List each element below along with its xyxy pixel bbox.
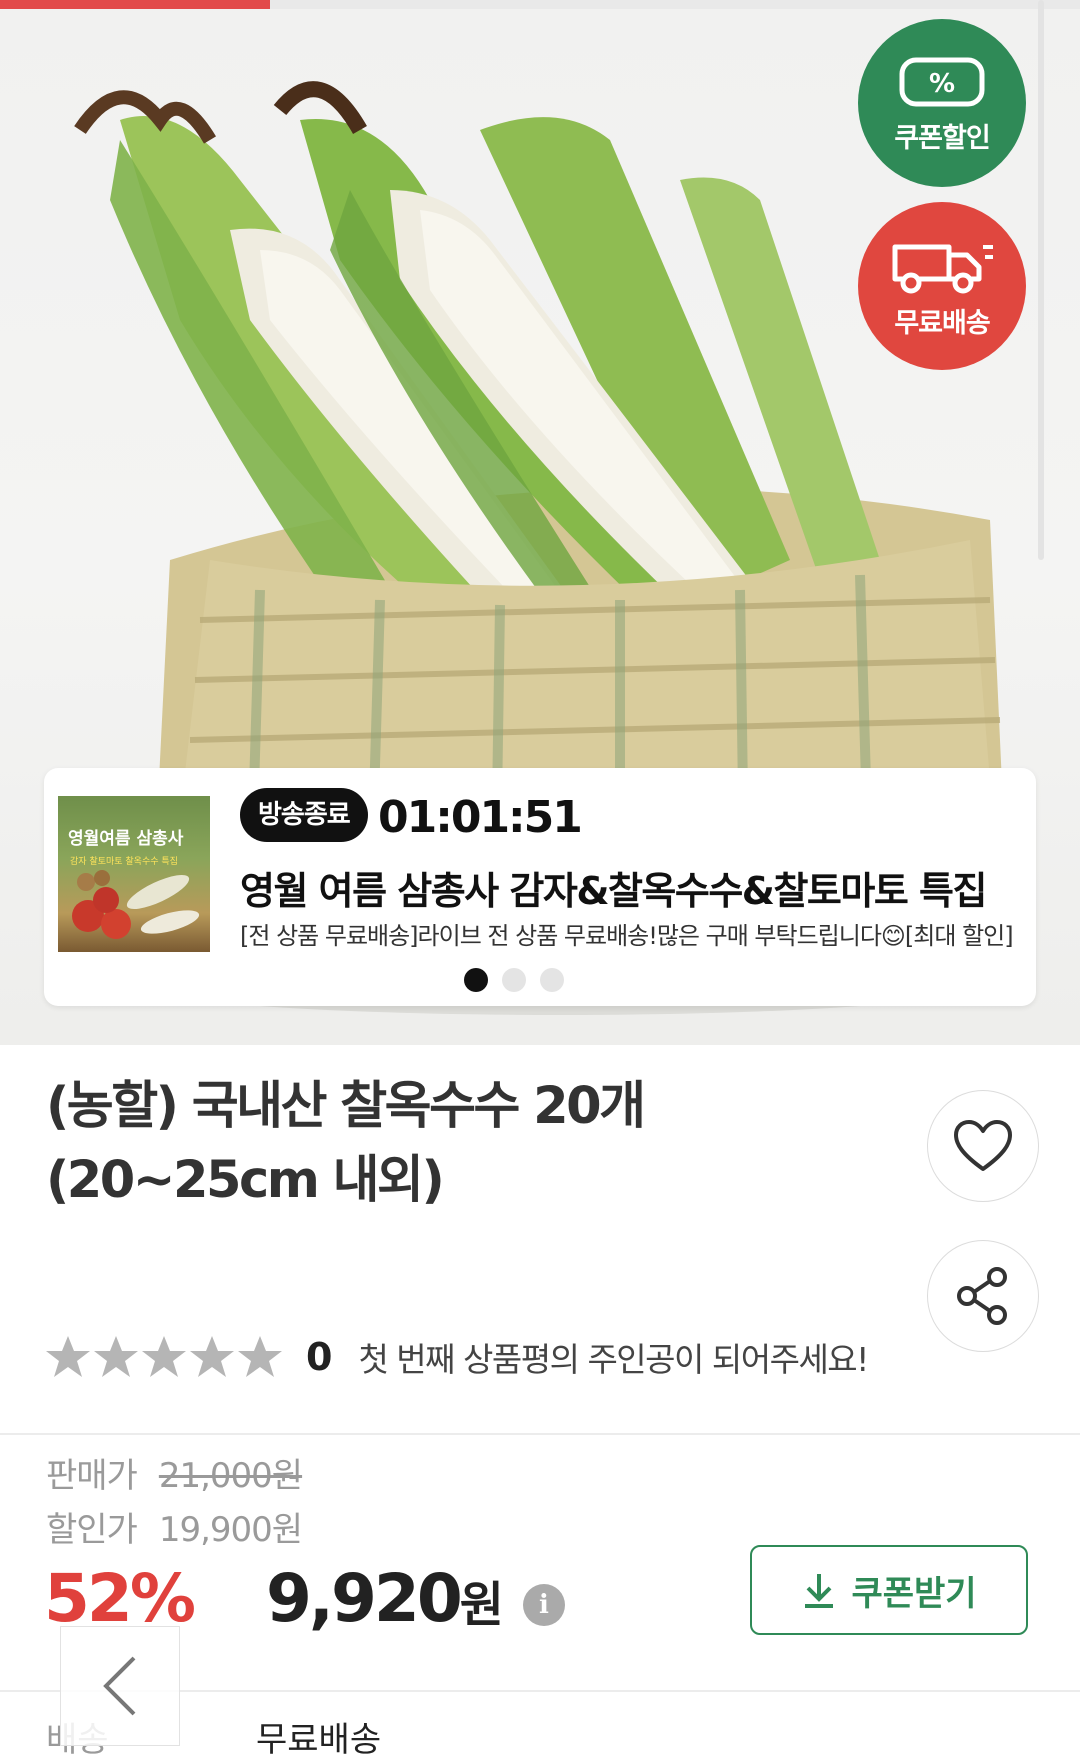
star-icon (238, 1336, 282, 1377)
download-icon (805, 1574, 834, 1608)
final-price: 9,920원 (266, 1560, 504, 1637)
discount-price-value: 19,900원 (158, 1510, 303, 1550)
carousel-dots (464, 968, 564, 992)
live-broadcast-card[interactable]: 영월여름 삼총사 감자 찰토마토 찰옥수수 특집 방송종료 01:01:51 영… (44, 768, 1036, 1006)
wishlist-button[interactable] (927, 1090, 1039, 1202)
discount-price-row: 할인가 19,900원 (46, 1502, 303, 1551)
svg-text:%: % (929, 69, 955, 99)
carousel-dot-2[interactable] (502, 968, 526, 992)
star-icon (190, 1336, 234, 1377)
share-button[interactable] (927, 1240, 1039, 1352)
coupon-icon: % (899, 57, 985, 106)
sale-price-label: 판매가 (46, 1456, 138, 1496)
broadcast-status-badge: 방송종료 (240, 788, 368, 842)
final-price-value: 9,920 (266, 1560, 463, 1637)
chevron-left-icon (103, 1656, 136, 1716)
back-button[interactable] (60, 1626, 180, 1746)
star-rating (44, 1333, 284, 1381)
coupon-discount-badge[interactable]: % 쿠폰할인 (858, 19, 1026, 187)
broadcast-timer: 01:01:51 (378, 792, 583, 843)
star-icon (94, 1336, 138, 1377)
review-count: 0 (306, 1335, 333, 1379)
sale-price-row: 판매가 21,000원 (46, 1448, 303, 1497)
carousel-dot-3[interactable] (540, 968, 564, 992)
free-shipping-badge-label: 무료배송 (894, 307, 990, 339)
product-image-carousel[interactable]: % 쿠폰할인 무료배송 영월여름 삼총사 감자 찰토마토 찰옥수수 특집 방송종… (0, 0, 1080, 1045)
final-price-unit: 원 (459, 1577, 504, 1633)
live-description: [전 상품 무료배송]라이브 전 상품 무료배송!많은 구매 부탁드립니다😊[최… (240, 922, 1014, 950)
live-thumbnail: 영월여름 삼총사 감자 찰토마토 찰옥수수 특집 (58, 796, 210, 952)
free-shipping-badge[interactable]: 무료배송 (858, 202, 1026, 370)
review-prompt: 첫 번째 상품평의 주인공이 되어주세요! (358, 1340, 869, 1379)
shipping-value: 무료배송 (256, 1720, 382, 1760)
section-divider (0, 1433, 1080, 1435)
live-title: 영월 여름 삼총사 감자&찰옥수수&찰토마토 특집 (240, 869, 987, 913)
carousel-dot-1[interactable] (464, 968, 488, 992)
star-icon (142, 1336, 186, 1377)
product-title: (농할) 국내산 찰옥수수 20개(20~25cm 내외) (46, 1077, 646, 1210)
price-info-icon[interactable]: i (523, 1584, 565, 1626)
get-coupon-button[interactable]: 쿠폰받기 (750, 1545, 1028, 1635)
truck-icon (892, 244, 993, 293)
discount-price-label: 할인가 (46, 1510, 138, 1550)
rating-summary[interactable]: 0 첫 번째 상품평의 주인공이 되어주세요! (44, 1333, 869, 1381)
heart-icon (954, 1120, 1012, 1171)
star-icon (46, 1336, 90, 1377)
vegetables-illustration (72, 870, 200, 939)
coupon-badge-label: 쿠폰할인 (894, 122, 990, 154)
sale-price-value: 21,000원 (158, 1456, 303, 1496)
get-coupon-label: 쿠폰받기 (851, 1573, 977, 1614)
share-icon (957, 1267, 1007, 1325)
